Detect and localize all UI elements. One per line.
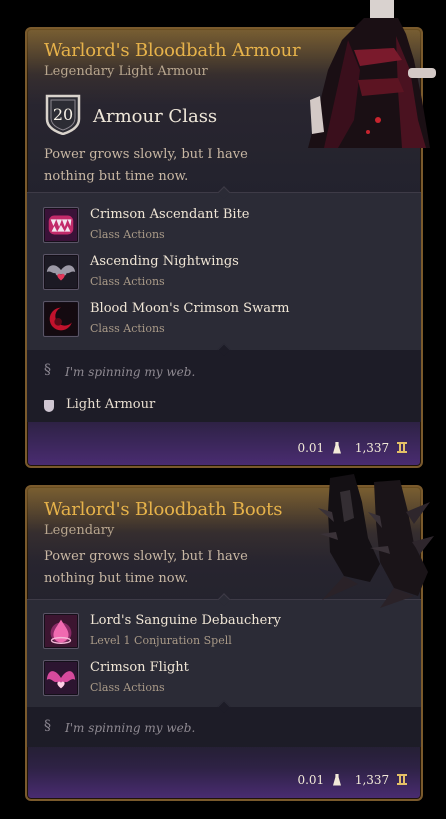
- item-footer: 0.01 1,337: [297, 772, 407, 787]
- section-notch: [217, 593, 231, 606]
- action-type: Class Actions: [90, 681, 165, 694]
- character-portrait: [308, 0, 436, 148]
- flavor-text: I'm spinning my web.: [65, 721, 196, 735]
- action-type: Class Actions: [90, 228, 165, 241]
- flavor-text: I'm spinning my web.: [65, 365, 196, 379]
- actions-section: Lord's Sanguine Debauchery Level 1 Conju…: [27, 593, 421, 708]
- spider-icon: §: [44, 362, 51, 378]
- armour-class-value: 20: [52, 105, 74, 124]
- weight-icon: [332, 773, 341, 786]
- blood-drop-icon: [43, 613, 79, 649]
- section-notch: [217, 186, 231, 199]
- action-type: Level 1 Conjuration Spell: [90, 634, 232, 647]
- gold-icon: [397, 442, 407, 453]
- item-rarity: Legendary Light Armour: [44, 64, 208, 79]
- weight-value: 0.01: [297, 440, 325, 455]
- armour-proficiency: Light Armour: [66, 397, 156, 412]
- gold-value: 1,337: [354, 772, 390, 787]
- fangs-icon: [43, 207, 79, 243]
- item-description: Power grows slowly, but I have nothing b…: [44, 147, 248, 184]
- action-name: Lord's Sanguine Debauchery: [90, 613, 281, 628]
- action-name: Ascending Nightwings: [90, 254, 239, 269]
- item-rarity: Legendary: [44, 523, 115, 538]
- action-name: Crimson Flight: [90, 660, 189, 675]
- bat-wings-icon: [43, 254, 79, 290]
- blood-moon-icon: [43, 301, 79, 337]
- gold-value: 1,337: [354, 440, 390, 455]
- action-type: Class Actions: [90, 322, 165, 335]
- action-name: Blood Moon's Crimson Swarm: [90, 301, 290, 316]
- item-footer: 0.01 1,337: [297, 440, 407, 455]
- details-section: § I'm spinning my web.: [27, 700, 421, 747]
- action-type: Class Actions: [90, 275, 165, 288]
- gold-icon: [397, 774, 407, 785]
- weight-value: 0.01: [297, 772, 325, 787]
- armour-class-label: Armour Class: [93, 106, 218, 127]
- details-section: § I'm spinning my web. Light Armour: [27, 343, 421, 422]
- boots-artwork: [318, 474, 434, 608]
- crimson-wings-icon: [43, 660, 79, 696]
- item-title: Warlord's Bloodbath Armour: [44, 40, 301, 61]
- item-description: Power grows slowly, but I have nothing b…: [44, 549, 248, 586]
- armour-type-icon: [44, 400, 54, 412]
- spider-icon: §: [44, 718, 51, 734]
- item-title: Warlord's Bloodbath Boots: [44, 499, 283, 520]
- weight-icon: [332, 441, 341, 454]
- action-name: Crimson Ascendant Bite: [90, 207, 250, 222]
- actions-section: Crimson Ascendant Bite Class Actions Asc…: [27, 186, 421, 351]
